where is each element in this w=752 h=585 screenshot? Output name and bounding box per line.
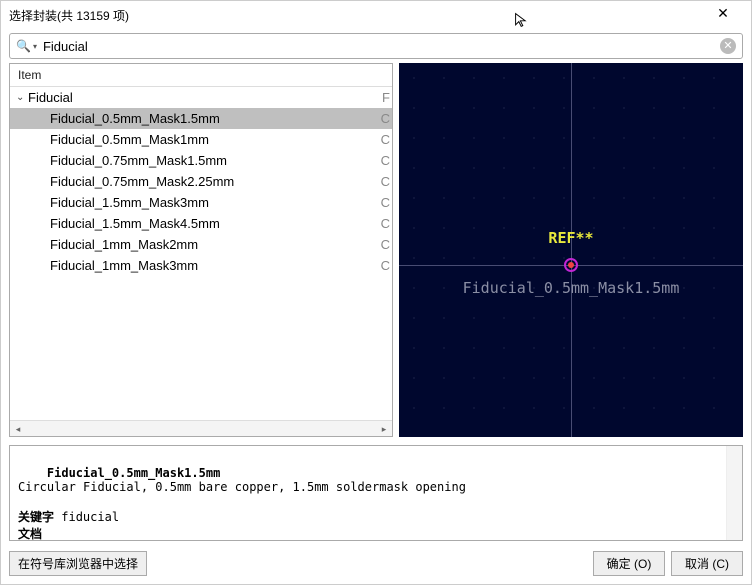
truncated-indicator: C: [381, 174, 390, 189]
search-dropdown-icon[interactable]: ▾: [33, 42, 37, 51]
footprint-label: Fiducial_0.5mm_Mask1.5mm: [463, 279, 680, 297]
horizontal-scrollbar[interactable]: ◂ ▸: [10, 420, 392, 436]
desc-keywords-label: 关键字: [18, 510, 54, 524]
list-item[interactable]: Fiducial_0.5mm_Mask1mm C: [10, 129, 392, 150]
scroll-left-button[interactable]: ◂: [10, 421, 26, 437]
search-bar: 🔍 ▾ ✕: [9, 33, 743, 59]
list-item[interactable]: Fiducial_1.5mm_Mask3mm C: [10, 192, 392, 213]
scroll-right-button[interactable]: ▸: [376, 421, 392, 437]
footer: 在符号库浏览器中选择 确定 (O) 取消 (C): [1, 545, 751, 584]
list-item[interactable]: Fiducial_1mm_Mask3mm C: [10, 255, 392, 276]
desc-body: Circular Fiducial, 0.5mm bare copper, 1.…: [18, 480, 466, 494]
tree-group-label: Fiducial: [28, 90, 73, 105]
list-item[interactable]: Fiducial_0.5mm_Mask1.5mm C: [10, 108, 392, 129]
clear-search-button[interactable]: ✕: [720, 38, 736, 54]
window-title: 选择封装(共 13159 项): [9, 7, 129, 24]
select-in-browser-button[interactable]: 在符号库浏览器中选择: [9, 551, 147, 576]
truncated-indicator: C: [381, 195, 390, 210]
list-item[interactable]: Fiducial_1mm_Mask2mm C: [10, 234, 392, 255]
vertical-scrollbar[interactable]: [726, 446, 742, 540]
fiducial-pad-icon: [564, 258, 578, 272]
reference-label: REF**: [548, 229, 593, 247]
list-header: Item: [10, 64, 392, 87]
list-body: ⌄ Fiducial F Fiducial_0.5mm_Mask1.5mm C …: [10, 87, 392, 420]
ok-button[interactable]: 确定 (O): [593, 551, 665, 576]
list-item[interactable]: Fiducial_1.5mm_Mask4.5mm C: [10, 213, 392, 234]
preview-panel[interactable]: REF** Fiducial_0.5mm_Mask1.5mm: [399, 63, 743, 437]
list-item[interactable]: Fiducial_0.75mm_Mask2.25mm C: [10, 171, 392, 192]
scroll-track[interactable]: [26, 422, 376, 436]
desc-keywords-value: fiducial: [61, 510, 119, 524]
description-panel: Fiducial_0.5mm_Mask1.5mm Circular Fiduci…: [9, 445, 743, 541]
truncated-indicator: F: [382, 90, 390, 105]
titlebar: 选择封装(共 13159 项) ✕: [1, 1, 751, 29]
footprint-list-panel: Item ⌄ Fiducial F Fiducial_0.5mm_Mask1.5…: [9, 63, 393, 437]
list-item[interactable]: Fiducial_0.75mm_Mask1.5mm C: [10, 150, 392, 171]
crosshair-vertical: [571, 63, 572, 437]
truncated-indicator: C: [381, 216, 390, 231]
chevron-down-icon: ⌄: [16, 92, 28, 103]
main-row: Item ⌄ Fiducial F Fiducial_0.5mm_Mask1.5…: [1, 63, 751, 441]
desc-title: Fiducial_0.5mm_Mask1.5mm: [47, 466, 220, 480]
desc-doc-label: 文档: [18, 527, 42, 541]
tree-group-fiducial[interactable]: ⌄ Fiducial F: [10, 87, 392, 108]
search-icon: 🔍: [16, 39, 31, 53]
mouse-cursor-icon: [514, 12, 530, 28]
truncated-indicator: C: [381, 132, 390, 147]
list-header-item[interactable]: Item: [18, 68, 384, 82]
cancel-button[interactable]: 取消 (C): [671, 551, 743, 576]
search-input[interactable]: [43, 39, 720, 54]
truncated-indicator: C: [381, 153, 390, 168]
close-button[interactable]: ✕: [703, 5, 743, 25]
truncated-indicator: C: [381, 237, 390, 252]
truncated-indicator: C: [381, 111, 390, 126]
truncated-indicator: C: [381, 258, 390, 273]
